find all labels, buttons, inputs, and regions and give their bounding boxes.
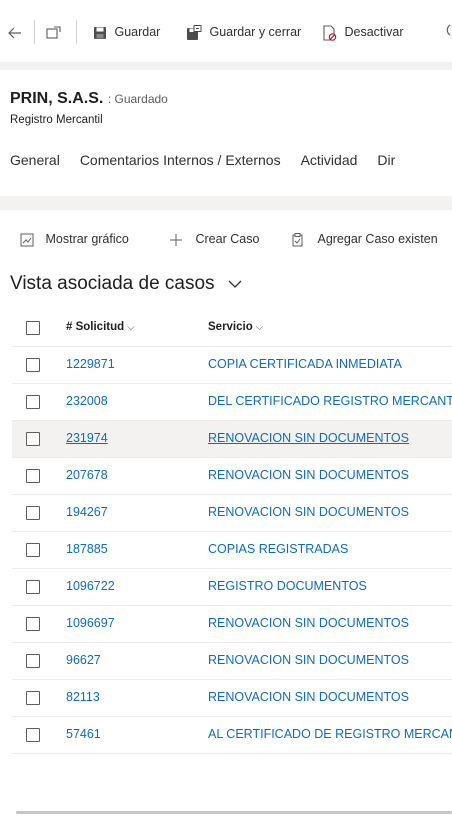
add-existing-label: Agregar Caso existen <box>317 232 438 246</box>
solicitud-link[interactable]: 82113 <box>66 690 100 704</box>
back-arrow-icon <box>8 27 21 39</box>
table-row[interactable]: 96627 RENOVACION SIN DOCUMENTOS <box>12 643 452 680</box>
tab-dir[interactable]: Dir <box>377 152 395 168</box>
back-button[interactable] <box>8 22 22 42</box>
table-row[interactable]: 1229871 COPIA CERTIFICADA INMEDIATA <box>12 347 452 384</box>
section-separator <box>0 196 452 210</box>
tab-general[interactable]: General <box>10 152 60 168</box>
column-header-solicitud[interactable]: # Solicitud ⌵ <box>66 321 135 333</box>
solicitud-link[interactable]: 1229871 <box>66 357 115 371</box>
row-checkbox[interactable] <box>26 469 40 483</box>
save-label: Guardar <box>114 25 161 39</box>
toolbar-divider <box>76 20 77 44</box>
solicitud-link[interactable]: 194267 <box>66 505 108 519</box>
servicio-link[interactable]: DEL CERTIFICADO REGISTRO MERCANT <box>208 394 452 408</box>
record-name: PRIN, S.A.S. <box>10 90 104 107</box>
view-title: Vista asociada de casos <box>10 273 215 294</box>
column-header-servicio-label: Servicio <box>208 321 253 333</box>
record-title: PRIN, S.A.S. : Guardado <box>10 90 168 108</box>
row-checkbox[interactable] <box>26 543 40 557</box>
servicio-link[interactable]: AL CERTIFICADO DE REGISTRO MERCAN <box>208 727 452 741</box>
row-checkbox[interactable] <box>26 580 40 594</box>
solicitud-link[interactable]: 57461 <box>66 727 101 741</box>
servicio-link[interactable]: RENOVACION SIN DOCUMENTOS <box>208 431 409 445</box>
grid-header-row: # Solicitud ⌵ Servicio ⌵ <box>12 310 452 347</box>
tab-comentarios[interactable]: Comentarios Internos / Externos <box>80 152 281 168</box>
table-row[interactable]: 1096722 REGISTRO DOCUMENTOS <box>12 569 452 606</box>
form-name: Registro Mercantil <box>10 114 103 126</box>
more-commands-icon[interactable] <box>442 22 452 42</box>
save-icon <box>94 26 106 39</box>
table-row[interactable]: 194267 RENOVACION SIN DOCUMENTOS <box>12 495 452 532</box>
deactivate-document-icon <box>323 25 337 41</box>
table-row[interactable]: 82113 RENOVACION SIN DOCUMENTOS <box>12 680 452 717</box>
deactivate-label: Desactivar <box>344 25 404 39</box>
save-button[interactable]: Guardar <box>93 22 160 42</box>
view-selector[interactable]: Vista asociada de casos <box>10 273 242 295</box>
deactivate-button[interactable]: Desactivar <box>322 22 404 42</box>
save-close-label: Guardar y cerrar <box>209 25 302 39</box>
add-existing-icon <box>292 232 303 247</box>
table-row[interactable]: 187885 COPIAS REGISTRADAS <box>12 532 452 569</box>
solicitud-link[interactable]: 232008 <box>66 394 108 408</box>
row-checkbox[interactable] <box>26 728 40 742</box>
row-checkbox[interactable] <box>26 395 40 409</box>
servicio-link[interactable]: RENOVACION SIN DOCUMENTOS <box>208 653 409 667</box>
chevron-down-icon: ⌵ <box>255 322 264 333</box>
solicitud-link[interactable]: 1096697 <box>66 616 115 630</box>
form-tabs: General Comentarios Internos / Externos Ac… <box>10 152 415 168</box>
table-row[interactable]: 231974 RENOVACION SIN DOCUMENTOS <box>12 421 452 458</box>
chevron-down-icon <box>228 280 242 288</box>
new-window-icon <box>46 26 61 39</box>
solicitud-link[interactable]: 207678 <box>66 468 108 482</box>
row-checkbox[interactable] <box>26 432 40 446</box>
table-row[interactable]: 1096697 RENOVACION SIN DOCUMENTOS <box>12 606 452 643</box>
show-chart-label: Mostrar gráfico <box>45 232 129 246</box>
column-header-solicitud-label: # Solicitud <box>66 321 125 333</box>
table-row[interactable]: 232008 DEL CERTIFICADO REGISTRO MERCANT <box>12 384 452 421</box>
solicitud-link[interactable]: 1096722 <box>66 579 115 593</box>
create-case-label: Crear Caso <box>195 232 260 246</box>
save-and-close-button[interactable]: Guardar y cerrar <box>186 22 301 42</box>
chart-icon <box>20 233 34 247</box>
plus-icon <box>170 233 182 246</box>
row-checkbox[interactable] <box>26 358 40 372</box>
show-chart-button[interactable]: Mostrar gráfico <box>20 230 129 248</box>
horizontal-scrollbar[interactable] <box>16 811 452 814</box>
subgrid-commandbar: Mostrar gráfico Crear Caso Agregar Caso … <box>0 226 452 252</box>
servicio-link[interactable]: RENOVACION SIN DOCUMENTOS <box>208 616 409 630</box>
toolbar-shadow <box>0 62 452 70</box>
toolbar-divider <box>34 20 35 44</box>
column-header-servicio[interactable]: Servicio ⌵ <box>208 321 263 333</box>
servicio-link[interactable]: COPIA CERTIFICADA INMEDIATA <box>208 357 402 371</box>
row-checkbox[interactable] <box>26 617 40 631</box>
servicio-link[interactable]: RENOVACION SIN DOCUMENTOS <box>208 468 409 482</box>
row-checkbox[interactable] <box>26 654 40 668</box>
chevron-down-icon: ⌵ <box>127 322 135 333</box>
save-status: : Guardado <box>107 92 168 106</box>
add-existing-case-button[interactable]: Agregar Caso existen <box>291 230 438 248</box>
select-all-checkbox[interactable] <box>26 321 40 335</box>
table-row[interactable]: 207678 RENOVACION SIN DOCUMENTOS <box>12 458 452 495</box>
row-checkbox[interactable] <box>26 506 40 520</box>
servicio-link[interactable]: COPIAS REGISTRADAS <box>208 542 348 556</box>
table-row[interactable]: 57461 AL CERTIFICADO DE REGISTRO MERCAN <box>12 717 452 754</box>
servicio-link[interactable]: REGISTRO DOCUMENTOS <box>208 579 367 593</box>
servicio-link[interactable]: RENOVACION SIN DOCUMENTOS <box>208 690 409 704</box>
solicitud-link[interactable]: 96627 <box>66 653 101 667</box>
servicio-link[interactable]: RENOVACION SIN DOCUMENTOS <box>208 505 409 519</box>
open-new-window-button[interactable] <box>46 22 61 42</box>
solicitud-link[interactable]: 187885 <box>66 542 108 556</box>
row-checkbox[interactable] <box>26 691 40 705</box>
solicitud-link[interactable]: 231974 <box>66 431 108 445</box>
command-toolbar: Guardar Guardar y cerrar Desactivar <box>0 0 452 63</box>
create-case-button[interactable]: Crear Caso <box>170 230 259 248</box>
tab-actividad[interactable]: Actividad <box>301 152 358 168</box>
save-close-icon <box>187 24 202 40</box>
